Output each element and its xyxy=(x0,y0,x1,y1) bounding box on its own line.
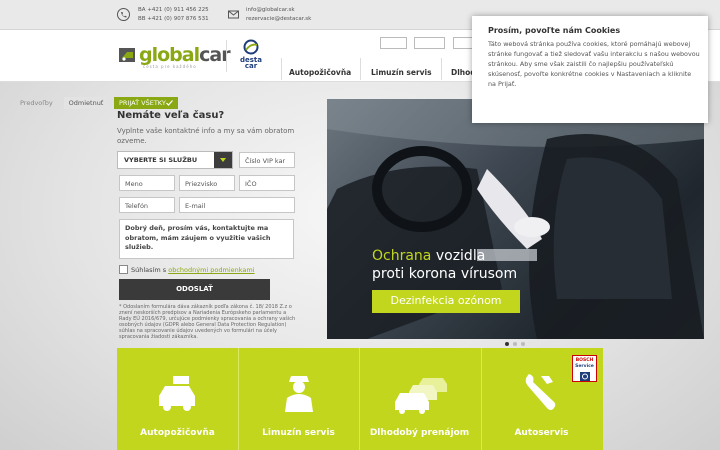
hero-cta-button[interactable]: Dezinfekcia ozónom xyxy=(372,290,520,313)
ico-field[interactable]: IČO xyxy=(239,175,295,191)
email-info[interactable]: info@globalcar.sk xyxy=(246,6,295,15)
nav-separator xyxy=(281,58,282,80)
hero-cta-label: Dezinfekcia ozónom xyxy=(390,294,502,307)
surname-placeholder: Priezvisko xyxy=(185,180,218,188)
phone-icon xyxy=(117,8,130,21)
terms-label-prefix: Súhlasím s xyxy=(131,266,167,274)
slider-dot[interactable] xyxy=(505,342,509,346)
logo-divider xyxy=(226,40,227,72)
globalcar-logo[interactable]: globalcar cesta pre každého xyxy=(117,44,231,70)
hero-headline-accent: Ochrana xyxy=(372,248,432,264)
cookie-accept-label: PRIJAŤ VŠETKY xyxy=(119,99,166,107)
email-field[interactable]: E-mail xyxy=(179,197,295,213)
form-title: Nemáte veľa času? xyxy=(117,110,225,121)
chevron-down-icon[interactable] xyxy=(214,152,232,168)
header-utility-box-2[interactable] xyxy=(414,37,445,49)
phone-ba[interactable]: BA +421 (0) 911 456 225 xyxy=(138,6,209,15)
bosch-badge-icon xyxy=(580,372,590,381)
message-text: Dobrý deň, prosím vás, kontaktujte ma ob… xyxy=(125,224,271,251)
service-select[interactable]: VYBERTE SI SLUŽBU xyxy=(117,151,233,169)
tile-limousine-label[interactable]: Limuzín servis xyxy=(238,428,359,438)
bosch-service-logo: BOSCH Service xyxy=(572,355,597,382)
cookie-accept-all-button[interactable]: PRIJAŤ VŠETKY xyxy=(114,97,178,109)
nav-separator xyxy=(441,58,442,80)
car-rental-icon[interactable] xyxy=(155,374,199,414)
ico-placeholder: IČO xyxy=(245,180,257,188)
logo-global-text: global xyxy=(139,44,200,66)
cookie-body: Táto webová stránka používa cookies, kto… xyxy=(488,40,700,88)
vip-card-field[interactable]: Číslo VIP kar xyxy=(239,152,295,168)
phone-bb[interactable]: BB +421 (0) 907 876 531 xyxy=(138,15,209,24)
nav-item-car-rental[interactable]: Autopožičovňa xyxy=(289,68,351,77)
bosch-service-text: Service xyxy=(575,364,594,369)
bosch-text: BOSCH xyxy=(575,358,594,363)
service-select-value: VYBERTE SI SLUŽBU xyxy=(124,156,198,164)
form-subtitle: Vyplnte vaše kontaktné info a my sa vám … xyxy=(117,127,295,145)
gdpr-disclaimer: * Odoslaním formulára dáva zákazník podľ… xyxy=(119,304,296,340)
name-field[interactable]: Meno xyxy=(119,175,175,191)
wrench-icon[interactable] xyxy=(519,370,559,414)
slider-dot[interactable] xyxy=(521,342,525,346)
vip-card-placeholder: Číslo VIP kar xyxy=(245,157,286,165)
fleet-icon[interactable] xyxy=(393,372,449,414)
header-utility-box-1[interactable] xyxy=(380,37,407,49)
logo-tagline: cesta pre každého xyxy=(143,64,197,69)
nav-item-limousine[interactable]: Limuzín servis xyxy=(371,68,432,77)
cookie-reject-label: Odmietnuť xyxy=(68,99,104,107)
chauffeur-icon[interactable] xyxy=(277,370,321,414)
phone-field[interactable]: Telefón xyxy=(119,197,175,213)
mail-icon xyxy=(228,10,239,19)
globalcar-logo-mark-icon xyxy=(119,48,135,62)
terms-checkbox[interactable] xyxy=(119,265,128,274)
terms-link[interactable]: obchodnými podmienkami xyxy=(168,266,254,274)
submit-button[interactable]: ODOSLAŤ xyxy=(119,279,270,300)
desta-car-text: car xyxy=(244,62,258,70)
services-strip: Autopožičovňa Limuzín servis Dlhodobý pr… xyxy=(117,348,603,450)
cookie-title: Prosím, povoľte nám Cookies xyxy=(488,26,621,35)
tile-car-rental-label[interactable]: Autopožičovňa xyxy=(117,428,238,438)
message-textarea[interactable]: Dobrý deň, prosím vás, kontaktujte ma ob… xyxy=(119,219,294,259)
checkmark-icon xyxy=(166,100,173,106)
destacar-logo[interactable]: desta car xyxy=(234,39,268,75)
destacar-logo-mark-icon xyxy=(243,39,259,55)
nav-separator xyxy=(360,58,361,80)
logo-car-text: car xyxy=(199,44,230,66)
hero-headline-line1: Ochrana vozidla xyxy=(372,248,485,264)
cookie-preferences-button[interactable]: Predvoľby xyxy=(20,99,53,107)
hero-headline-line2: proti korona vírusom xyxy=(372,266,518,282)
submit-label: ODOSLAŤ xyxy=(176,285,213,293)
email-reservations[interactable]: rezervacie@destacar.sk xyxy=(246,15,311,24)
tile-autoservice-label[interactable]: Autoservis xyxy=(481,428,602,438)
slider-dot[interactable] xyxy=(513,342,517,346)
email-placeholder: E-mail xyxy=(185,202,206,210)
tile-long-term-label[interactable]: Dlhodobý prenájom xyxy=(359,428,480,438)
name-placeholder: Meno xyxy=(125,180,143,188)
surname-field[interactable]: Priezvisko xyxy=(179,175,235,191)
cookie-reject-button[interactable]: Odmietnuť xyxy=(64,97,108,109)
hero-headline-rest: vozidla xyxy=(431,248,486,264)
cookie-consent-dialog: Prosím, povoľte nám Cookies Táto webová … xyxy=(472,16,708,123)
terms-label: Súhlasím s obchodnými podmienkami xyxy=(131,266,255,274)
phone-placeholder: Telefón xyxy=(125,202,149,210)
